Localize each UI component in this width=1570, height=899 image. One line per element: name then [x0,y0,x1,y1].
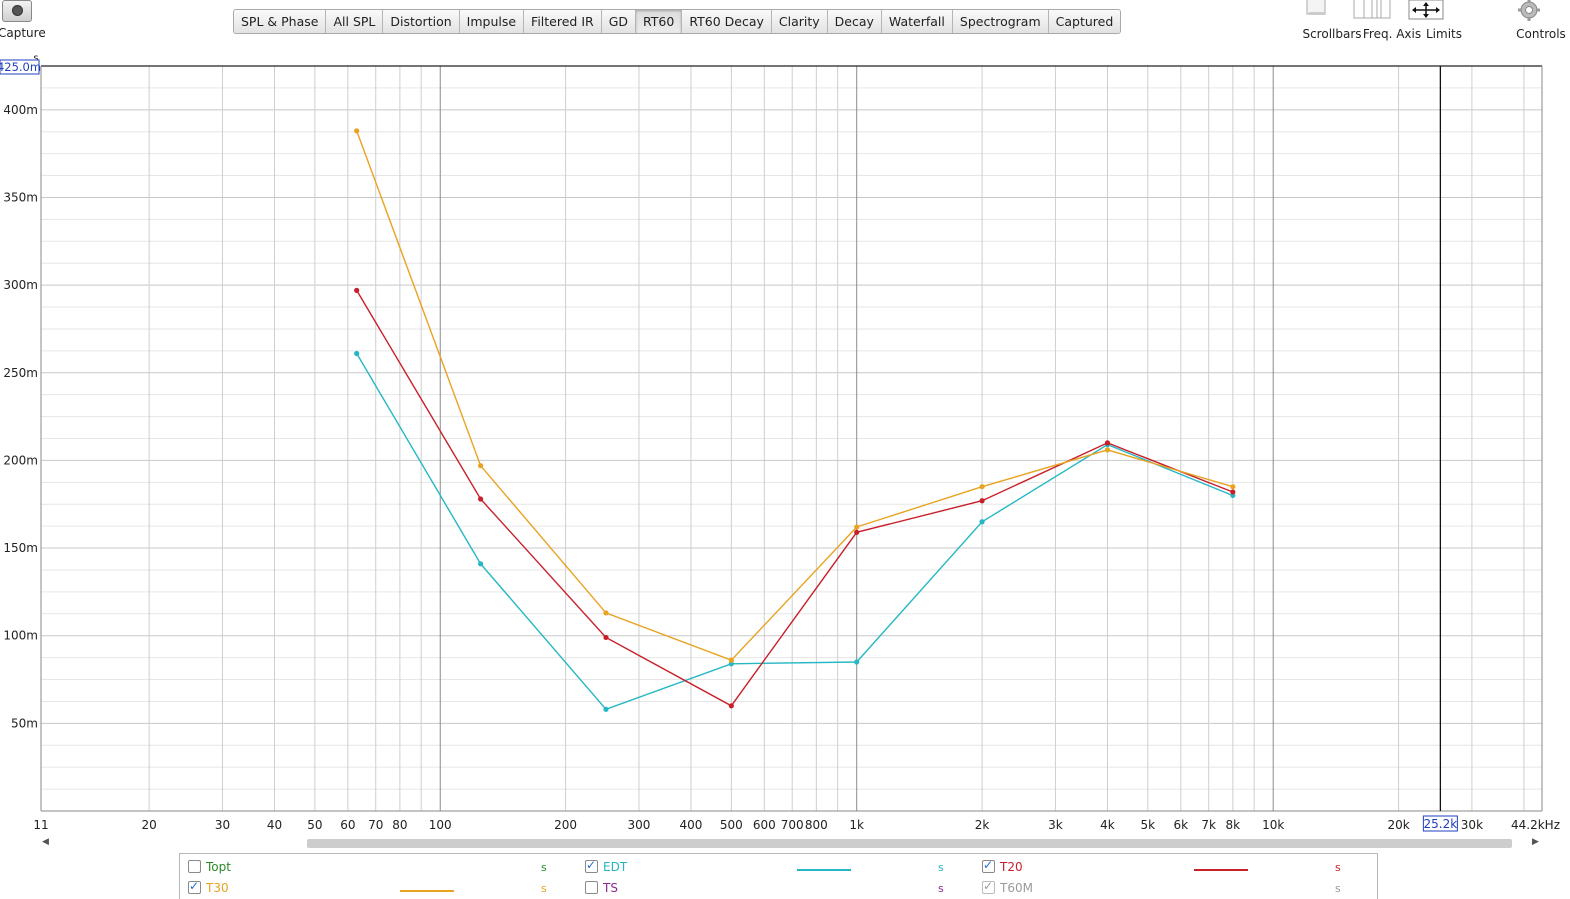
x-tick-label: 700 [781,818,804,832]
x-tick-label: 300 [627,818,650,832]
legend-item-edt: EDT s [585,858,965,877]
legend-unit-t20: s [1335,861,1341,874]
legend-checkbox-t60m[interactable] [982,879,995,894]
y-axis-labels: s425.0m50m100m150m200m250m300m350m400m [0,53,41,730]
legend-name-t60m: T60M [1000,881,1033,895]
scroll-left-arrow[interactable]: ◀ [42,837,49,847]
x-tick-label: 1k [849,818,864,832]
y-tick-label: 400m [3,103,38,117]
scroll-right-arrow[interactable]: ▶ [1532,837,1539,847]
data-point-edt [354,350,360,357]
data-point-edt [603,706,609,712]
x-tick-label: 60 [340,818,355,832]
legend-item-t60m: T60M s [982,879,1362,898]
legend-unit-t60m: s [1335,882,1341,895]
x-tick-label: 5k [1141,818,1156,832]
data-point-t20 [478,496,484,502]
legend-line-edt [797,869,851,871]
data-point-t20 [728,703,734,709]
legend-item-ts: TS s [585,880,965,898]
x-tick-label: 2k [975,818,990,832]
legend-unit-edt: s [938,861,944,874]
y-tick-label: 250m [3,366,38,380]
legend-name-t30: T30 [206,881,229,895]
x-tick-label: 44.2kHz [1511,818,1560,832]
x-tick-label: 20 [141,818,156,832]
data-point-edt [478,561,484,567]
legend-line-t30 [400,890,454,892]
data-point-t30 [854,524,860,530]
data-point-t30 [1104,447,1111,453]
y-tick-label: 100m [3,629,38,643]
x-tick-label: 70 [368,818,383,832]
x-tick-label: 6k [1174,818,1189,832]
data-point-t20 [603,634,609,641]
x-tick-label: 500 [720,818,743,832]
legend-unit-topt: s [541,861,547,874]
legend-checkbox-t20[interactable] [982,858,995,873]
legend-panel: Topt s EDT s T20 s T30 s TS s T60M s [179,853,1378,899]
legend-item-topt: Topt s [188,859,568,877]
chart-grid [40,65,1543,812]
legend-unit-t30: s [541,882,547,895]
y-tick-label: 300m [3,278,38,292]
data-point-t20 [354,287,360,293]
x-tick-label: 400 [680,818,703,832]
x-tick-label: 10k [1262,818,1284,832]
x-tick-label: 20k [1387,818,1409,832]
legend-line-t20 [1194,869,1248,871]
y-tick-label: 150m [3,541,38,555]
x-tick-label: 800 [805,818,828,832]
data-point-t20 [979,498,985,504]
x-tick-label: 80 [392,818,407,832]
data-point-t20 [1104,440,1111,446]
data-point-edt [979,519,985,525]
x-tick-label: 11 [33,818,48,832]
data-point-t30 [979,484,985,490]
legend-checkbox-ts[interactable] [585,881,598,894]
x-tick-label: 40 [267,818,282,832]
data-point-t30 [1230,484,1236,490]
legend-item-t30: T30 s [188,879,568,898]
x-tick-label: 200 [554,818,577,832]
data-point-t30 [478,463,484,469]
legend-checkbox-t30[interactable] [188,879,201,894]
y-top-readout: 425.0m [0,60,41,74]
x-tick-label: 600 [753,818,776,832]
y-tick-label: 50m [11,716,38,730]
x-tick-label: 7k [1201,818,1216,832]
data-point-t30 [603,610,609,616]
x-tick-label: 8k [1226,818,1241,832]
data-point-t20 [1230,489,1236,495]
data-point-t30 [354,128,360,134]
y-tick-label: 200m [3,453,38,467]
data-point-t20 [854,529,860,535]
legend-item-t20: T20 s [982,858,1362,877]
data-point-edt [854,659,860,665]
legend-name-ts: TS [603,881,618,895]
legend-name-t20: T20 [1000,860,1023,874]
y-tick-label: 350m [3,190,38,204]
legend-checkbox-edt[interactable] [585,858,598,873]
x-tick-label: 30 [215,818,230,832]
legend-name-edt: EDT [603,860,628,874]
x-cursor-readout: 25.2k [1424,817,1458,831]
x-tick-label: 4k [1100,818,1115,832]
legend-checkbox-topt[interactable] [188,860,201,873]
legend-unit-ts: s [938,882,944,895]
scrollbar-thumb[interactable] [307,839,1512,848]
data-point-t30 [728,657,734,663]
x-tick-label: 100 [429,818,452,832]
x-tick-label: 50 [307,818,322,832]
rt60-chart[interactable]: s 425.0m 50m 100m 150m 200m 250m 300m 350m 400m 1… [0,0,1570,898]
legend-name-topt: Topt [206,860,231,874]
x-axis-labels: 11 20 30 40 50 60 70 80 100 200 300 400 500 600 700 800… [33,815,1560,832]
x-tick-label: 3k [1048,818,1063,832]
x-tick-label: 30k [1461,818,1483,832]
